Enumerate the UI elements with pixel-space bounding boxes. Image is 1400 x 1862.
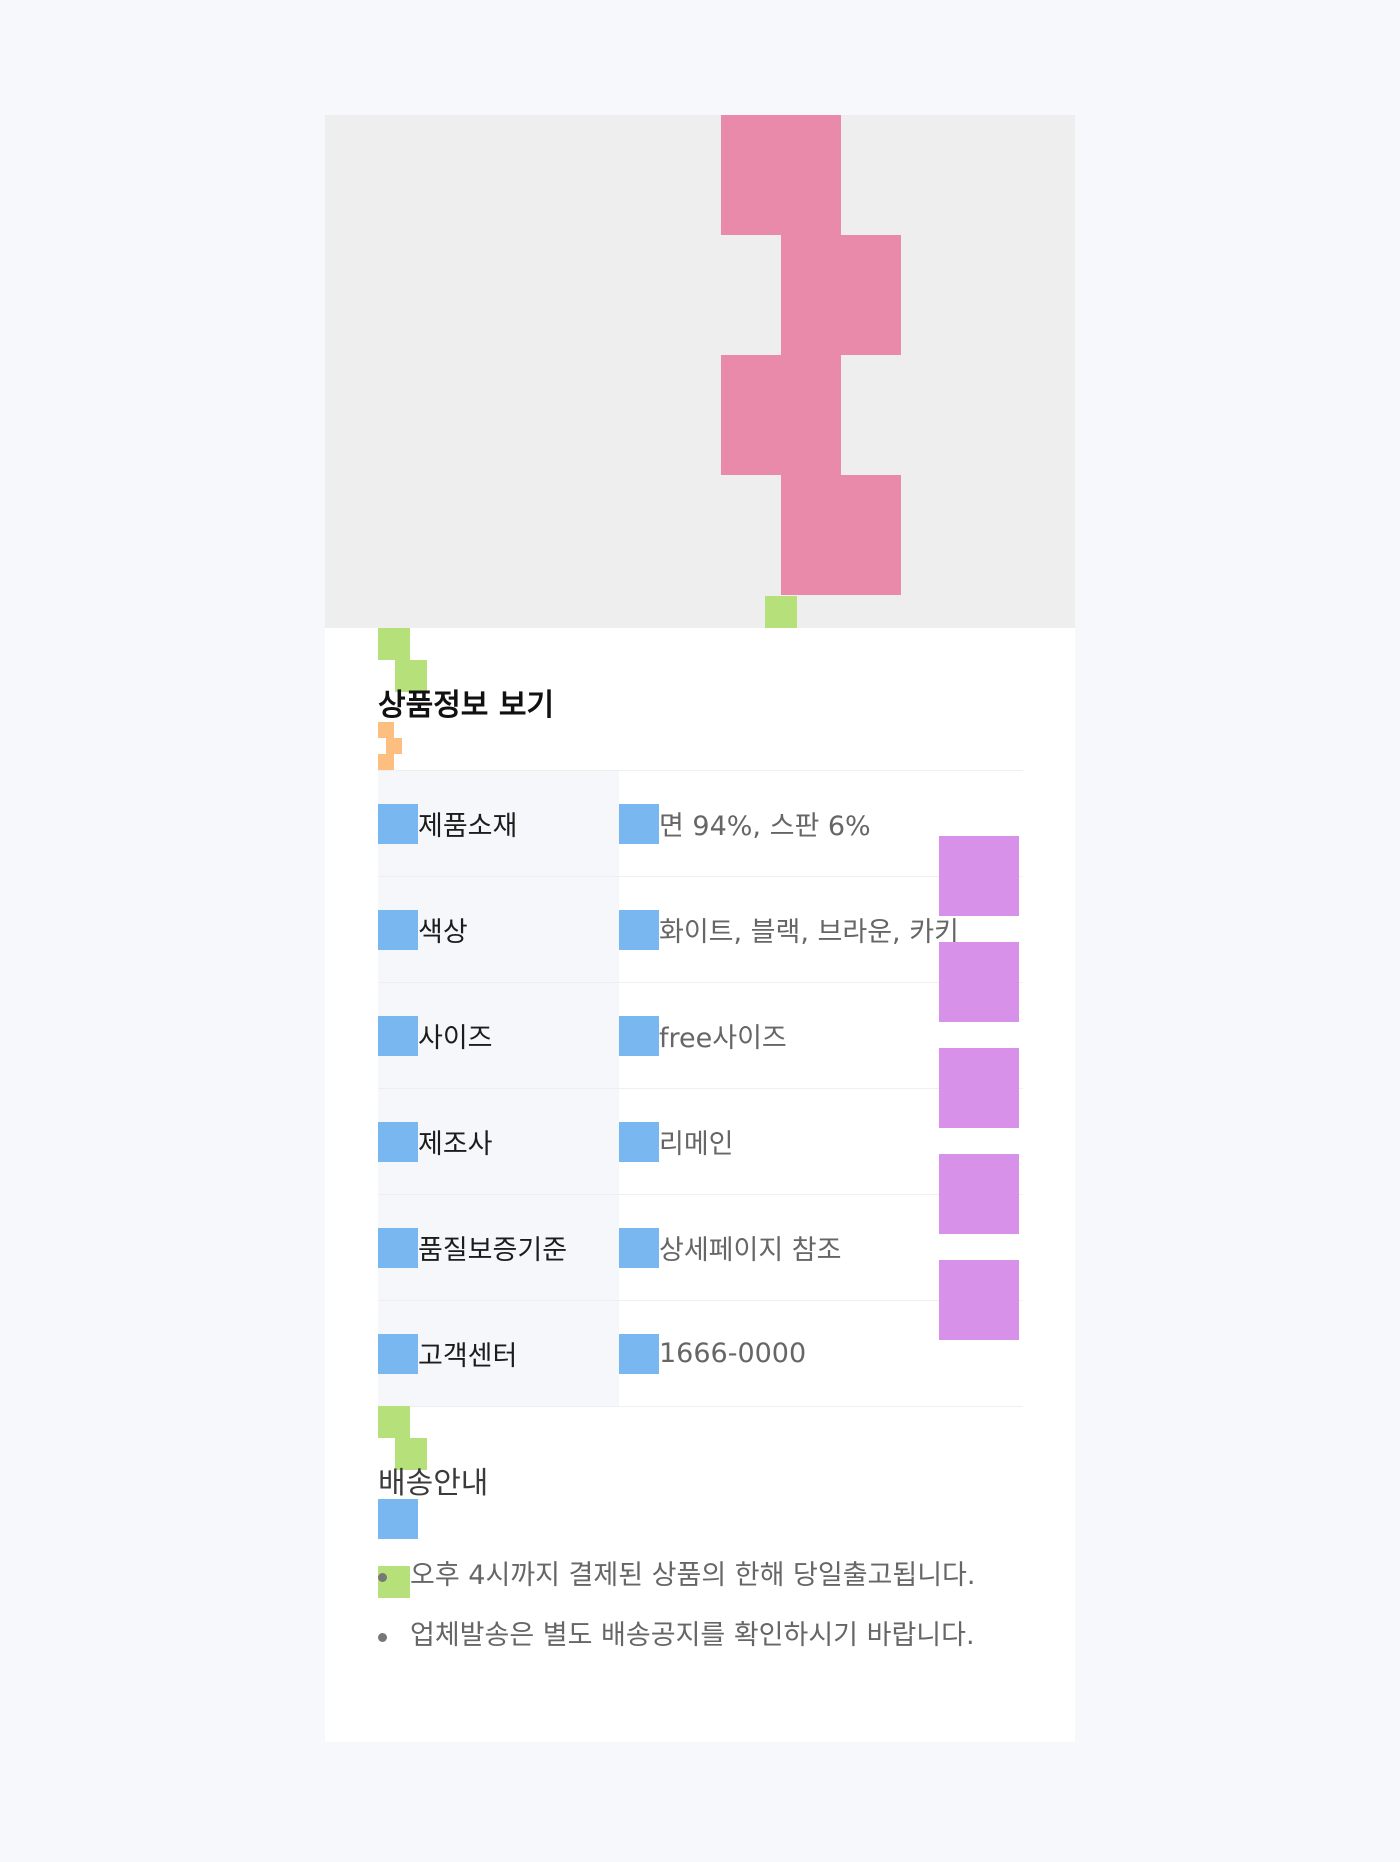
spec-label-cell: 사이즈: [378, 983, 619, 1088]
value-marker: [619, 1227, 659, 1268]
green-marker-3: [378, 1406, 410, 1438]
shipping-notice-text: 오후 4시까지 결제된 상품의 한해 당일출고됩니다.: [410, 1560, 976, 1591]
purple-marker-1: [939, 836, 1019, 916]
spec-row-customer-center: 고객센터 1666-0000: [378, 1301, 1023, 1407]
bullet-icon: [378, 1573, 387, 1582]
spec-label: 사이즈: [418, 1023, 493, 1054]
label-marker: [378, 1121, 418, 1162]
spec-value: 화이트, 블랙, 브라운, 카키: [659, 917, 959, 948]
value-marker: [619, 1121, 659, 1162]
spec-label-cell: 제조사: [378, 1089, 619, 1194]
hero-pink-block-4: [781, 475, 901, 595]
spec-row-size: 사이즈 free사이즈: [378, 983, 1023, 1089]
spec-label-cell: 색상: [378, 877, 619, 982]
bullet-icon: [378, 1633, 387, 1642]
shipping-notice-list: 오후 4시까지 결제된 상품의 한해 당일출고됩니다. 업체발송은 별도 배송공…: [378, 1546, 1023, 1666]
product-image-area: [325, 115, 1075, 628]
label-marker: [378, 909, 418, 950]
orange-marker-3: [378, 754, 394, 770]
spec-label: 고객센터: [418, 1341, 518, 1372]
label-marker: [378, 1227, 418, 1268]
orange-marker-2: [386, 738, 402, 754]
blue-marker-shipping: [378, 1499, 418, 1539]
spec-value: free사이즈: [659, 1023, 787, 1054]
value-marker: [619, 803, 659, 844]
value-marker: [619, 909, 659, 950]
spec-row-manufacturer: 제조사 리메인: [378, 1089, 1023, 1195]
shipping-notice-item: 오후 4시까지 결제된 상품의 한해 당일출고됩니다.: [378, 1546, 1023, 1606]
spec-label: 제품소재: [418, 811, 518, 842]
product-info-title: 상품정보 보기: [378, 688, 555, 723]
shipping-info-title: 배송안내: [378, 1466, 489, 1501]
hero-pink-block-2: [781, 235, 901, 355]
spec-value: 상세페이지 참조: [659, 1235, 842, 1266]
spec-label-cell: 제품소재: [378, 771, 619, 876]
spec-row-color: 색상 화이트, 블랙, 브라운, 카키: [378, 877, 1023, 983]
spec-value: 면 94%, 스판 6%: [659, 811, 871, 842]
purple-marker-2: [939, 942, 1019, 1022]
spec-label: 제조사: [418, 1129, 493, 1160]
product-detail-card: 상품정보 보기 제품소재 면 94%, 스판 6% 색상 화이트, 블랙, 브라…: [325, 115, 1075, 1742]
label-marker: [378, 803, 418, 844]
purple-marker-3: [939, 1048, 1019, 1128]
spec-label: 색상: [418, 917, 468, 948]
hero-pink-block-1: [721, 115, 841, 235]
spec-label-cell: 고객센터: [378, 1301, 619, 1406]
green-marker-1: [378, 628, 410, 660]
shipping-notice-text: 업체발송은 별도 배송공지를 확인하시기 바랍니다.: [410, 1620, 975, 1651]
label-marker: [378, 1015, 418, 1056]
product-info-table: 제품소재 면 94%, 스판 6% 색상 화이트, 블랙, 브라운, 카키 사이…: [378, 770, 1023, 1407]
label-marker: [378, 1333, 418, 1374]
spec-row-quality-standard: 품질보증기준 상세페이지 참조: [378, 1195, 1023, 1301]
shipping-notice-item: 업체발송은 별도 배송공지를 확인하시기 바랍니다.: [378, 1606, 1023, 1666]
value-marker: [619, 1015, 659, 1056]
spec-value: 리메인: [659, 1129, 734, 1160]
orange-marker-1: [378, 722, 394, 738]
purple-marker-5: [939, 1260, 1019, 1340]
value-marker: [619, 1333, 659, 1374]
spec-row-material: 제품소재 면 94%, 스판 6%: [378, 771, 1023, 877]
hero-green-marker: [765, 596, 797, 628]
spec-label-cell: 품질보증기준: [378, 1195, 619, 1300]
spec-label: 품질보증기준: [418, 1235, 568, 1266]
hero-pink-block-3: [721, 355, 841, 475]
purple-marker-4: [939, 1154, 1019, 1234]
spec-value: 1666-0000: [659, 1338, 807, 1369]
